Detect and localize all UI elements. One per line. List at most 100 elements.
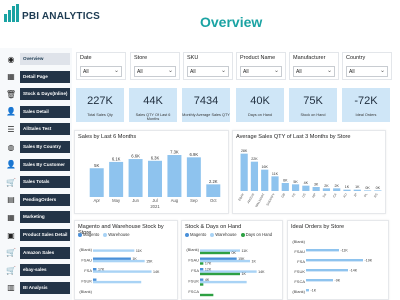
filter-dropdown[interactable]: All ⌄ bbox=[240, 66, 282, 77]
bar bbox=[93, 280, 142, 284]
trash-icon: 🗑 bbox=[5, 89, 17, 99]
filter-country: Country All ⌄ bbox=[342, 52, 392, 80]
kpi-card: 75K Stock on Hand bbox=[289, 88, 337, 122]
filter-dropdown[interactable]: All ⌄ bbox=[346, 66, 388, 77]
bar bbox=[200, 280, 247, 284]
kpi-card: -72K Ideal Orders bbox=[342, 88, 390, 122]
filter-value: All bbox=[83, 69, 89, 75]
sidebar-item-sales-by-country[interactable]: ◍ Sales By Country bbox=[2, 140, 70, 154]
filter-store: Store All ⌄ bbox=[130, 52, 180, 80]
filter-dropdown[interactable]: All ⌄ bbox=[134, 66, 176, 77]
eye-icon: ◉ bbox=[7, 54, 15, 64]
chevron-down-icon: ⌄ bbox=[273, 67, 279, 74]
bar bbox=[109, 161, 124, 197]
avg-sales-by-store-panel: Average Sales QTY of Last 3 Months by St… bbox=[232, 130, 386, 214]
tick-label: FS bbox=[291, 193, 297, 199]
filter-value: All bbox=[137, 69, 143, 75]
stock-days-chart: (Blank) 11K0KFSAU 15K1K17KFSA 12K14K1KFSUK 4… bbox=[186, 247, 265, 297]
list-icon: ☰ bbox=[7, 124, 15, 134]
axis-label: 2021 bbox=[150, 204, 160, 209]
sidebar-item-sales-detail[interactable]: 👤 Sales Detail bbox=[2, 105, 70, 119]
kpi-card: 227K Total Sales Qty bbox=[76, 88, 124, 122]
sidebar-item-allsales-test[interactable]: ☰ AllSales Test bbox=[2, 122, 70, 136]
kpi-label: Sales QTY Of Last 6 Months bbox=[135, 113, 171, 121]
sidebar-item-marketing[interactable]: ▦ Marketing bbox=[2, 210, 70, 224]
data-label: 0K bbox=[376, 186, 381, 190]
tick-label: FSAU bbox=[81, 258, 92, 263]
tick-label: EBAY bbox=[237, 192, 245, 202]
tick-label: (Blank) bbox=[79, 247, 92, 252]
bar bbox=[250, 161, 259, 191]
data-label: 6.1K bbox=[112, 156, 121, 161]
sidebar-item-label: Detail Page bbox=[20, 70, 70, 83]
tick-label: FSUK bbox=[188, 279, 199, 284]
bar bbox=[128, 159, 143, 197]
data-label: 6.6K bbox=[131, 154, 140, 159]
kpi-value: 40K bbox=[250, 95, 270, 107]
bar bbox=[200, 251, 230, 255]
data-label: 5K bbox=[94, 163, 99, 168]
data-label: 1K bbox=[242, 272, 247, 276]
filter-sku: SKU All ⌄ bbox=[183, 52, 233, 80]
chart-icon: ▥ bbox=[7, 283, 15, 293]
sidebar-item-label: BI Analysis bbox=[20, 281, 70, 294]
filter-label: Store bbox=[134, 55, 148, 61]
data-label: 6.3K bbox=[151, 155, 160, 160]
logo: PBI ANALYTICS bbox=[4, 4, 100, 22]
data-label: 11K bbox=[242, 249, 249, 253]
sidebar-item-pendingorders[interactable]: ▤ PendingOrders bbox=[2, 193, 70, 207]
kpi-card: 40K Days on Hand bbox=[236, 88, 284, 122]
sidebar-item-label: Product Sales Detail bbox=[20, 229, 70, 241]
bar bbox=[200, 262, 204, 265]
bar bbox=[312, 187, 320, 191]
sidebar-item-overview[interactable]: ◉ Overview bbox=[2, 52, 70, 66]
tick-label: FSUK bbox=[294, 269, 305, 274]
top-bar: PBI ANALYTICS Overview bbox=[0, 0, 400, 48]
sidebar-item-sales-totals[interactable]: 🛒 Sales Totals bbox=[2, 175, 70, 189]
sidebar-item-label: Marketing bbox=[20, 211, 70, 224]
chevron-down-icon: ⌄ bbox=[220, 67, 226, 74]
data-label: 3K bbox=[314, 183, 319, 187]
tick-label: US bbox=[301, 193, 307, 199]
logo-bars-icon bbox=[4, 4, 19, 22]
bar bbox=[322, 188, 331, 191]
filter-dropdown[interactable]: All ⌄ bbox=[80, 66, 122, 77]
data-label: 0K bbox=[365, 186, 370, 190]
basket-icon: 🛒 bbox=[6, 248, 16, 258]
filter-dropdown[interactable]: All ⌄ bbox=[293, 66, 335, 77]
sidebar-item-detail-page[interactable]: ▦ Detail Page bbox=[2, 70, 70, 84]
data-label: 6K bbox=[283, 179, 288, 183]
data-label: 7.3K bbox=[170, 150, 179, 155]
filter-dropdown[interactable]: All ⌄ bbox=[187, 66, 229, 77]
filter-label: Date bbox=[80, 55, 92, 61]
tick-label: CA bbox=[332, 192, 338, 199]
data-label: 5K bbox=[293, 180, 298, 184]
sidebar-item-product-sales-detail[interactable]: ▣ Product Sales Detail bbox=[2, 228, 70, 242]
kpi-label: Days on Hand bbox=[247, 113, 273, 117]
tick-label: GB bbox=[280, 193, 286, 199]
bar bbox=[200, 270, 257, 273]
bar bbox=[93, 278, 97, 281]
tick-label: AU bbox=[342, 192, 348, 198]
chevron-down-icon: ⌄ bbox=[379, 67, 385, 74]
data-label: 11K bbox=[272, 172, 279, 176]
sidebar-item-ebay-sales[interactable]: 🛒 ebay-sales bbox=[2, 263, 70, 277]
bar bbox=[333, 188, 341, 191]
sidebar-item-stock-days-inline[interactable]: 🗑 Stock & Days(Inline) bbox=[2, 87, 70, 101]
sidebar-item-label: Sales Detail bbox=[20, 105, 70, 118]
bar bbox=[200, 278, 204, 281]
data-label: 2K bbox=[335, 184, 340, 188]
bar bbox=[200, 283, 204, 286]
tick-label: RS bbox=[373, 193, 379, 199]
tick-label: (Blank) bbox=[79, 289, 92, 294]
sidebar-item-amazon-sales[interactable]: 🛒 Amazon Sales bbox=[2, 246, 70, 260]
data-label: 4K bbox=[304, 181, 309, 185]
bar bbox=[93, 257, 131, 260]
bar bbox=[93, 270, 152, 273]
tick-label: Aug bbox=[171, 198, 179, 203]
globe-icon: ◍ bbox=[7, 142, 15, 152]
filter-date: Date All ⌄ bbox=[76, 52, 126, 80]
sidebar-item-bi-analysis[interactable]: ▥ BI Analysis bbox=[2, 281, 70, 295]
chevron-down-icon: ⌄ bbox=[167, 67, 173, 74]
sidebar-item-sales-by-customer[interactable]: 👤 Sales By Customer bbox=[2, 158, 70, 172]
